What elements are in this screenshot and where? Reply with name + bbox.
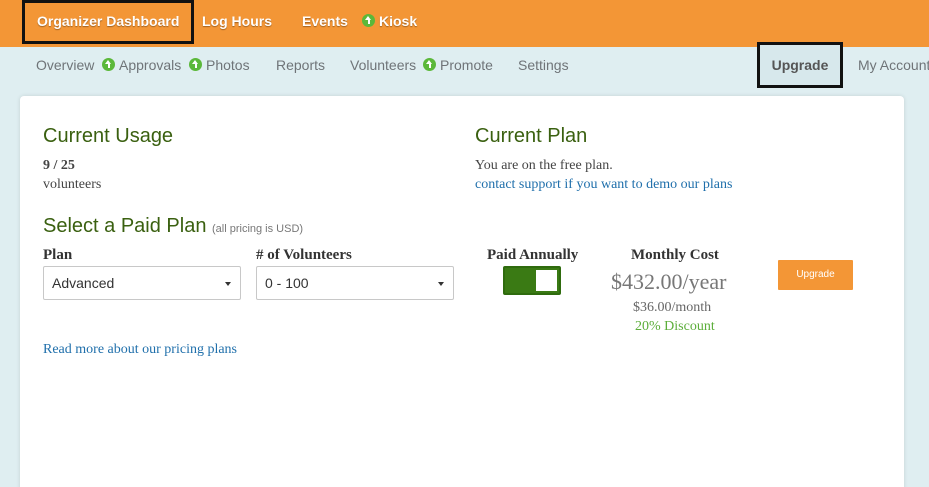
subnav-approvals[interactable]: Approvals [102,57,181,73]
subnav-photos[interactable]: Photos [189,57,250,73]
volunteers-select-caret-icon [438,282,444,286]
plan-label: Plan [43,247,73,263]
yearly-price: $432.00/year [611,269,727,294]
upgrade-button[interactable]: Upgrade [778,260,853,290]
subnav-promote-label: Promote [440,57,493,73]
current-usage-title: Current Usage [43,125,174,147]
subnav-overview[interactable]: Overview [36,57,94,73]
nav-kiosk[interactable]: Kiosk [362,0,417,44]
subnav-my-account[interactable]: My Account [858,57,929,73]
monthly-cost-label: Monthly Cost [631,247,719,263]
subnav-approvals-label: Approvals [119,57,182,73]
discount-label: 20% Discount [635,319,715,334]
select-plan-heading: Select a Paid Plan (all pricing is USD) [43,215,303,238]
subnav-photos-label: Photos [206,57,250,73]
plan-select-caret-icon [225,282,231,286]
nav-kiosk-label: Kiosk [379,13,418,29]
pricing-note: (all pricing is USD) [212,223,304,235]
current-plan-title: Current Plan [475,125,588,147]
usage-unit: volunteers [43,177,102,192]
promote-up-arrow-icon [423,58,436,71]
approvals-up-arrow-icon [102,58,115,71]
subnav-promote[interactable]: Promote [423,57,493,73]
usage-count: 9 / 25 [43,158,75,173]
subnav-volunteers[interactable]: Volunteers [350,57,416,73]
volunteers-select-value: 0 - 100 [265,275,309,291]
toggle-knob [536,270,557,291]
top-nav-bar: Organizer Dashboard Log Hours Events Kio… [0,0,929,47]
nav-events[interactable]: Events [302,0,348,44]
select-plan-title: Select a Paid Plan [43,215,207,237]
paid-annually-toggle[interactable] [503,266,561,295]
plan-select[interactable]: Advanced [43,266,241,300]
contact-support-link[interactable]: contact support if you want to demo our … [475,177,732,193]
monthly-price: $36.00/month [633,300,712,315]
plan-select-value: Advanced [52,275,115,291]
subnav-settings[interactable]: Settings [518,57,569,73]
photos-up-arrow-icon [189,58,202,71]
upgrade-card: Current Usage 9 / 25 volunteers Current … [20,96,904,487]
kiosk-up-arrow-icon [362,14,375,27]
volunteers-label: # of Volunteers [256,247,352,263]
volunteers-select[interactable]: 0 - 100 [256,266,454,300]
nav-log-hours[interactable]: Log Hours [202,0,272,44]
paid-annually-label: Paid Annually [487,247,579,263]
nav-organizer-dashboard[interactable]: Organizer Dashboard [22,0,195,44]
plan-status: You are on the free plan. [475,158,613,173]
subnav-reports[interactable]: Reports [276,57,325,73]
read-more-pricing-link[interactable]: Read more about our pricing plans [43,342,237,358]
subnav-upgrade[interactable]: Upgrade [757,42,843,88]
